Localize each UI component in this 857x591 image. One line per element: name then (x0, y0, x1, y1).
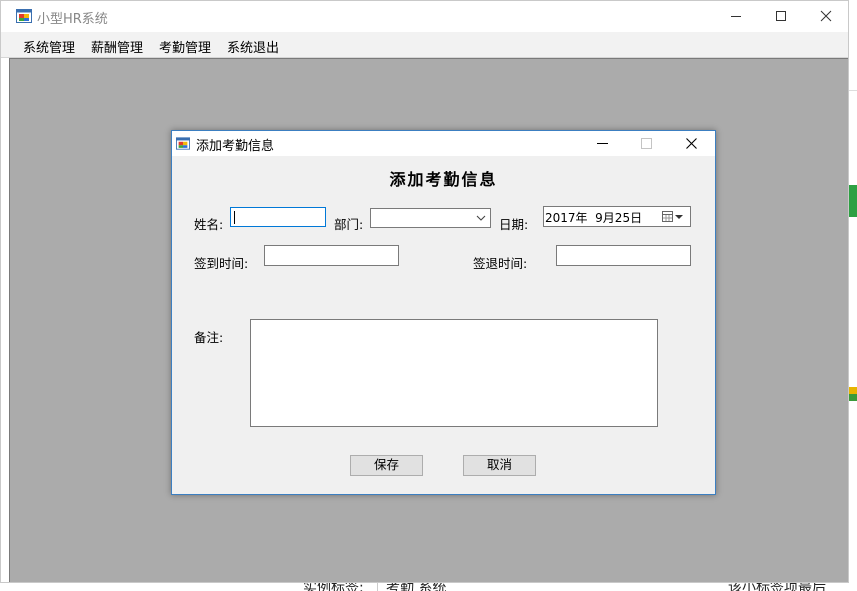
app-window-icon (16, 9, 32, 23)
chevron-down-icon (476, 215, 486, 221)
cancel-button[interactable]: 取消 (463, 455, 536, 476)
menu-system-management[interactable]: 系统管理 (23, 37, 75, 56)
department-label: 部门: (334, 217, 364, 232)
minimize-button[interactable] (713, 1, 759, 32)
dialog-minimize-button[interactable] (580, 131, 624, 156)
menu-attendance-management[interactable]: 考勤管理 (159, 37, 211, 56)
add-attendance-dialog: 添加考勤信息 添加考勤信息 姓名: 部门: 日期: 2017年 9月25日 签到… (171, 130, 716, 495)
department-dropdown[interactable] (370, 208, 491, 228)
menu-salary-management[interactable]: 薪酬管理 (91, 37, 143, 56)
notes-textarea[interactable] (250, 319, 658, 427)
dialog-close-button[interactable] (669, 131, 713, 156)
text-caret (234, 211, 235, 224)
maximize-icon (640, 138, 652, 149)
date-picker[interactable]: 2017年 9月25日 (543, 206, 691, 227)
close-icon (820, 10, 832, 22)
checkin-time-label: 签到时间: (194, 256, 249, 271)
dialog-maximize-button[interactable] (624, 131, 668, 156)
close-button[interactable] (803, 1, 849, 32)
maximize-icon (776, 11, 786, 21)
window-title: 小型HR系统 (37, 12, 108, 27)
app-window-icon (176, 137, 190, 150)
title-bar[interactable]: 小型HR系统 (1, 1, 848, 32)
background-green-bar (849, 185, 857, 217)
minimize-icon (731, 16, 741, 17)
close-icon (685, 138, 697, 149)
name-label: 姓名: (194, 217, 224, 232)
dialog-title-bar[interactable]: 添加考勤信息 (172, 131, 715, 156)
background-window-edge (849, 57, 857, 578)
name-input[interactable] (230, 207, 326, 227)
date-label: 日期: (499, 217, 529, 232)
menu-bar: 系统管理 薪酬管理 考勤管理 系统退出 (1, 32, 848, 58)
maximize-button[interactable] (758, 1, 804, 32)
form-heading: 添加考勤信息 (389, 170, 498, 189)
date-picker-value: 2017年 9月25日 (545, 211, 643, 225)
notes-label: 备注: (194, 330, 224, 345)
calendar-dropdown-icon[interactable] (662, 210, 684, 223)
dialog-title: 添加考勤信息 (196, 139, 275, 154)
minimize-icon (596, 143, 608, 144)
save-button[interactable]: 保存 (350, 455, 423, 476)
checkout-time-input[interactable] (556, 245, 691, 266)
menu-system-exit[interactable]: 系统退出 (227, 37, 279, 56)
background-icon (849, 387, 857, 401)
checkin-time-input[interactable] (264, 245, 399, 266)
checkout-time-label: 签退时间: (473, 256, 528, 271)
